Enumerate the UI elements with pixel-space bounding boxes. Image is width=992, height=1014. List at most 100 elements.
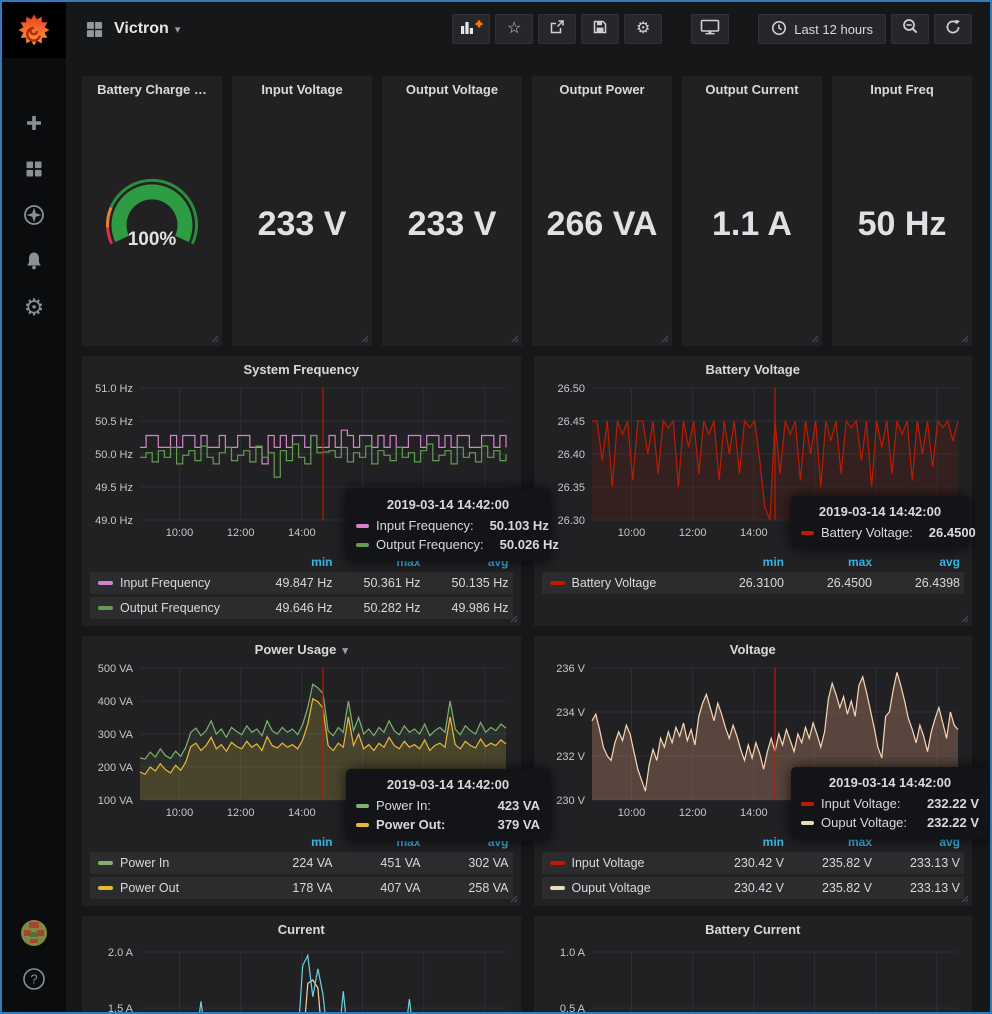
series-name[interactable]: Output Frequency — [120, 601, 245, 615]
series-name[interactable]: Input Frequency — [120, 576, 245, 590]
series-name[interactable]: Power Out — [120, 881, 245, 895]
legend-col-avg[interactable]: avg — [872, 555, 960, 569]
series-name[interactable]: Input Voltage — [572, 856, 697, 870]
graph-panel-battery-current: Battery Current1.0 A0.5 A0 A10:0012:0014… — [534, 916, 973, 1012]
panel-resize-handle[interactable] — [361, 335, 369, 343]
panel-resize-handle[interactable] — [511, 335, 519, 343]
bar-chart-plus-icon — [460, 19, 483, 40]
legend-col-max[interactable]: max — [784, 555, 872, 569]
legend-value: 50.282 Hz — [333, 601, 421, 615]
stat-body: 50 Hz — [832, 102, 972, 346]
refresh-arrow-icon — [945, 19, 961, 40]
graph-tooltip-battery-voltage: 2019-03-14 14:42:00Battery Voltage:26.45… — [791, 496, 969, 549]
panel-resize-handle[interactable] — [661, 335, 669, 343]
sidebar-menu: ⚙ — [2, 100, 66, 330]
chevron-down-icon[interactable]: ▾ — [175, 23, 181, 36]
panel-title[interactable]: Battery Voltage — [542, 356, 965, 382]
legend-value: 235.82 V — [784, 881, 872, 895]
panel-title[interactable]: Output Voltage — [382, 76, 522, 102]
grafana-logo-icon[interactable] — [2, 2, 66, 58]
sidebar-item-dashboards[interactable] — [2, 146, 66, 192]
svg-text:12:00: 12:00 — [227, 527, 255, 539]
floppy-disk-icon — [592, 19, 608, 40]
refresh-button[interactable] — [934, 14, 972, 44]
panel-title[interactable]: System Frequency — [90, 356, 513, 382]
legend-value: 49.986 Hz — [421, 601, 509, 615]
svg-text:1.5 A: 1.5 A — [108, 1003, 134, 1012]
series-color-swatch[interactable] — [98, 581, 113, 585]
sidebar-item-create[interactable] — [2, 100, 66, 146]
settings-button[interactable]: ⚙ — [624, 14, 662, 44]
tooltip-series-label: Power In: — [376, 798, 431, 813]
panel-title[interactable]: Output Current — [682, 76, 822, 102]
legend-col-min[interactable]: min — [245, 835, 333, 849]
series-color-swatch[interactable] — [98, 861, 113, 865]
panel-resize-handle[interactable] — [510, 615, 518, 623]
stat-value: 1.1 A — [712, 205, 792, 244]
share-button[interactable] — [538, 14, 576, 44]
series-color-swatch[interactable] — [98, 886, 113, 890]
legend-value: 230.42 V — [696, 856, 784, 870]
save-button[interactable] — [581, 14, 619, 44]
sidebar-item-explore[interactable] — [2, 192, 66, 238]
tooltip-timestamp: 2019-03-14 14:42:00 — [356, 497, 540, 512]
legend-col-min[interactable]: min — [696, 555, 784, 569]
panel-resize-handle[interactable] — [510, 895, 518, 903]
sidebar-item-alerting[interactable] — [2, 238, 66, 284]
series-color-swatch[interactable] — [550, 861, 565, 865]
graph-tooltip-power-usage: 2019-03-14 14:42:00Power In:423 VAPower … — [346, 769, 550, 841]
series-color-swatch[interactable] — [550, 886, 565, 890]
panel-menu-caret-icon[interactable]: ▾ — [342, 645, 348, 657]
legend-series-power-in: Power In224 VA451 VA302 VA — [90, 852, 513, 874]
user-avatar[interactable] — [2, 910, 66, 956]
sidebar-item-configuration[interactable]: ⚙ — [2, 284, 66, 330]
panel-resize-handle[interactable] — [961, 615, 969, 623]
svg-text:26.30: 26.30 — [557, 515, 585, 527]
star-button[interactable]: ☆ — [495, 14, 533, 44]
panel-resize-handle[interactable] — [961, 335, 969, 343]
svg-text:?: ? — [30, 972, 37, 987]
tooltip-series-value: 232.22 V — [911, 815, 979, 830]
tooltip-series-value: 26.4500 — [913, 525, 976, 540]
panel-title[interactable]: Battery Charge … — [82, 76, 222, 102]
stat-panel-output-voltage: Output Voltage233 V — [382, 76, 522, 346]
dashboard-title[interactable]: Victron — [114, 20, 169, 38]
chart-battery-current[interactable]: 1.0 A0.5 A0 A10:0012:0014:0016:0018:0020… — [542, 942, 964, 1012]
cycle-view-button[interactable] — [691, 14, 729, 44]
series-color-swatch[interactable] — [550, 581, 565, 585]
plus-icon — [24, 113, 44, 133]
sidebar-bottom: ? — [2, 910, 66, 1002]
series-name[interactable]: Battery Voltage — [572, 576, 697, 590]
gauge: 100% — [87, 171, 217, 277]
panel-title[interactable]: Voltage — [542, 636, 965, 662]
panel-resize-handle[interactable] — [961, 895, 969, 903]
zoom-out-button[interactable] — [891, 14, 929, 44]
chart-current[interactable]: 2.0 A1.5 A1.0 A0.5 A10:0012:0014:0016:00… — [90, 942, 512, 1012]
svg-text:100%: 100% — [128, 229, 177, 250]
legend-value: 178 VA — [245, 881, 333, 895]
graph-panel-current: Current2.0 A1.5 A1.0 A0.5 A10:0012:0014:… — [82, 916, 521, 1012]
svg-text:10:00: 10:00 — [617, 527, 645, 539]
tooltip-series-value: 50.103 Hz — [474, 518, 549, 533]
legend-col-min[interactable]: min — [696, 835, 784, 849]
series-name[interactable]: Ouput Voltage — [572, 881, 697, 895]
legend: minmaxavgPower In224 VA451 VA302 VAPower… — [90, 834, 513, 899]
help-button[interactable]: ? — [2, 956, 66, 1002]
panel-title[interactable]: Input Voltage — [232, 76, 372, 102]
legend-col-min[interactable]: min — [245, 555, 333, 569]
panel-title[interactable]: Current — [90, 916, 513, 942]
series-color-swatch — [356, 524, 369, 528]
panel-title[interactable]: Input Freq — [832, 76, 972, 102]
legend-series-output-frequency: Output Frequency49.646 Hz50.282 Hz49.986… — [90, 597, 513, 619]
panel-resize-handle[interactable] — [211, 335, 219, 343]
panel-title[interactable]: Output Power — [532, 76, 672, 102]
time-range-button[interactable]: Last 12 hours — [758, 14, 886, 44]
panel-title[interactable]: Power Usage▾ — [90, 636, 513, 662]
series-color-swatch[interactable] — [98, 606, 113, 610]
add-panel-button[interactable] — [452, 14, 490, 44]
svg-text:2.0 A: 2.0 A — [108, 947, 134, 959]
series-name[interactable]: Power In — [120, 856, 245, 870]
panel-resize-handle[interactable] — [811, 335, 819, 343]
svg-text:26.50: 26.50 — [557, 383, 585, 395]
panel-title[interactable]: Battery Current — [542, 916, 965, 942]
